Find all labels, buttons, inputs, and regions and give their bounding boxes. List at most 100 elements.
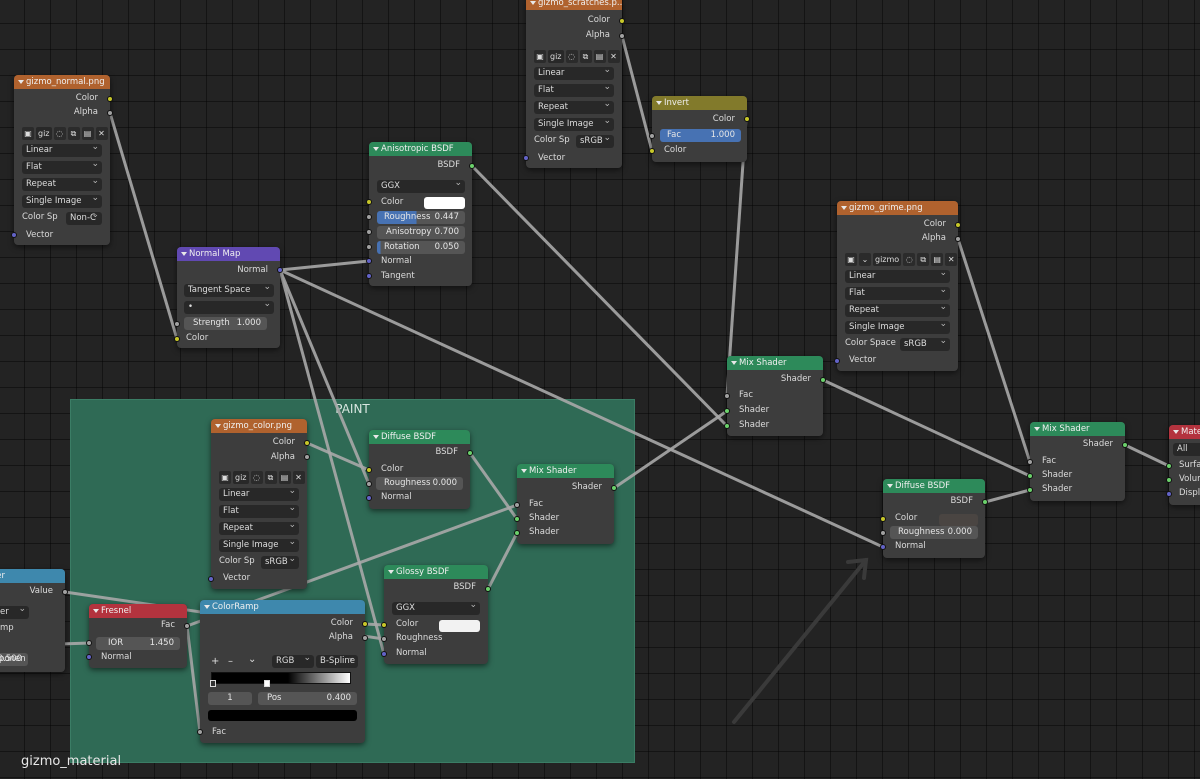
- socket-output[interactable]: [277, 267, 283, 273]
- shield-icon[interactable]: ◌: [903, 253, 916, 266]
- socket-output[interactable]: [469, 163, 475, 169]
- image-name[interactable]: giz: [36, 127, 52, 140]
- blend-dropdown[interactable]: er: [0, 606, 29, 619]
- socket-input[interactable]: [649, 133, 655, 139]
- anisotropy-slider[interactable]: Anisotropy 0.700: [377, 226, 465, 239]
- socket-input[interactable]: [1166, 477, 1172, 483]
- remove-stop-button[interactable]: –: [228, 655, 233, 668]
- image-texture-node-normal[interactable]: gizmo_normal.png Color Alpha ▣ giz ◌ ⧉ ▤ ✕ Li…: [14, 75, 110, 245]
- close-icon[interactable]: ✕: [95, 127, 108, 140]
- close-icon[interactable]: ✕: [945, 253, 958, 266]
- color-ramp-node[interactable]: ColorRamp Color Alpha + – ⌄ RGB B-Spline…: [200, 600, 365, 743]
- mix-shader-node-right[interactable]: Mix Shader Shader Fac Shader Shader: [1030, 422, 1125, 501]
- extension-dropdown[interactable]: Repeat: [219, 522, 299, 535]
- blend-slider[interactable]: ponen 0.500: [0, 653, 28, 666]
- node-header[interactable]: ColorRamp: [200, 600, 365, 614]
- image-toolbar[interactable]: ▣ giz ◌ ⧉ ▤ ✕: [219, 471, 305, 484]
- roughness-slider[interactable]: Roughness 0.000: [376, 477, 463, 490]
- socket-input[interactable]: [880, 544, 886, 550]
- socket-output[interactable]: [1122, 442, 1128, 448]
- image-name[interactable]: gizmo: [873, 253, 902, 266]
- socket-input[interactable]: [514, 516, 520, 522]
- socket-output[interactable]: [184, 623, 190, 629]
- duplicate-icon[interactable]: ⧉: [67, 127, 80, 140]
- interpolation-dropdown[interactable]: Linear: [534, 67, 614, 80]
- source-dropdown[interactable]: Single Image: [22, 195, 102, 208]
- socket-input[interactable]: [174, 321, 180, 327]
- socket-input[interactable]: [1027, 459, 1033, 465]
- socket-output[interactable]: [62, 589, 68, 595]
- diffuse-bsdf-node-paint[interactable]: Diffuse BSDF BSDF Color Roughness 0.000 N…: [369, 430, 470, 509]
- socket-input[interactable]: [1027, 473, 1033, 479]
- folder-icon[interactable]: ▤: [931, 253, 944, 266]
- roughness-slider[interactable]: Roughness 0.000: [890, 526, 978, 539]
- socket-output[interactable]: [955, 222, 961, 228]
- node-header[interactable]: Invert: [652, 96, 747, 110]
- socket-input[interactable]: [197, 729, 203, 735]
- position-field[interactable]: Pos 0.400: [258, 692, 357, 705]
- socket-input[interactable]: [366, 214, 372, 220]
- folder-icon[interactable]: ▤: [593, 50, 606, 63]
- mix-shader-node-mid[interactable]: Mix Shader Shader Fac Shader Shader: [727, 356, 823, 436]
- socket-input[interactable]: [724, 408, 730, 414]
- target-dropdown[interactable]: All: [1173, 443, 1200, 456]
- chevron-down-icon[interactable]: ⌄: [859, 253, 871, 266]
- strength-slider[interactable]: Strength 1.000: [184, 317, 267, 330]
- image-toolbar[interactable]: ▣ giz ◌ ⧉ ▤ ✕: [534, 50, 620, 63]
- node-header[interactable]: Anisotropic BSDF: [369, 142, 472, 156]
- image-browse-icon[interactable]: ▣: [845, 253, 857, 266]
- color-space-dropdown[interactable]: sRGB: [900, 338, 950, 351]
- socket-input[interactable]: [86, 640, 92, 646]
- interpolation-dropdown[interactable]: B-Spline: [316, 655, 358, 668]
- invert-node[interactable]: Invert Color Fac 1.000 Color: [652, 96, 747, 162]
- glossy-bsdf-node[interactable]: Glossy BSDF BSDF GGX Color Roughness Nor…: [384, 565, 488, 664]
- socket-input[interactable]: [1027, 487, 1033, 493]
- ramp-stop-active[interactable]: [264, 680, 270, 687]
- duplicate-icon[interactable]: ⧉: [917, 253, 930, 266]
- projection-dropdown[interactable]: Flat: [22, 161, 102, 174]
- diffuse-bsdf-node-right[interactable]: Diffuse BSDF BSDF Color Roughness 0.000 N…: [883, 479, 985, 558]
- socket-output[interactable]: [362, 621, 368, 627]
- socket-input[interactable]: [649, 148, 655, 154]
- folder-icon[interactable]: ▤: [81, 127, 94, 140]
- source-dropdown[interactable]: Single Image: [845, 321, 950, 334]
- socket-output[interactable]: [820, 377, 826, 383]
- layer-weight-node[interactable]: er Value er mp ponen0.500: [0, 569, 65, 672]
- image-browse-icon[interactable]: ▣: [22, 127, 34, 140]
- image-toolbar[interactable]: ▣ giz ◌ ⧉ ▤ ✕: [22, 127, 108, 140]
- socket-input[interactable]: [381, 636, 387, 642]
- node-header[interactable]: Mix Shader: [517, 464, 614, 478]
- image-texture-node-grime[interactable]: gizmo_grime.png Color Alpha ▣ ⌄ gizmo ◌ ⧉ ▤ ✕ …: [837, 201, 958, 371]
- color-swatch[interactable]: [424, 197, 465, 209]
- node-header[interactable]: Normal Map: [177, 247, 280, 261]
- image-browse-icon[interactable]: ▣: [219, 471, 231, 484]
- socket-input[interactable]: [381, 651, 387, 657]
- projection-dropdown[interactable]: Flat: [219, 505, 299, 518]
- node-header[interactable]: Mate: [1169, 425, 1200, 439]
- socket-output[interactable]: [304, 440, 310, 446]
- socket-output[interactable]: [362, 635, 368, 641]
- duplicate-icon[interactable]: ⧉: [579, 50, 592, 63]
- node-header[interactable]: gizmo_grime.png: [837, 201, 958, 215]
- node-header[interactable]: gizmo_scratches.p...: [526, 0, 622, 10]
- socket-input[interactable]: [366, 229, 372, 235]
- normal-map-node[interactable]: Normal Map Normal Tangent Space • Streng…: [177, 247, 280, 348]
- source-dropdown[interactable]: Single Image: [534, 118, 614, 131]
- shield-icon[interactable]: ◌: [565, 50, 578, 63]
- color-swatch[interactable]: [939, 514, 978, 526]
- mix-shader-node-paint[interactable]: Mix Shader Shader Fac Shader Shader: [517, 464, 614, 544]
- socket-output[interactable]: [619, 33, 625, 39]
- socket-input[interactable]: [1166, 463, 1172, 469]
- image-toolbar[interactable]: ▣ ⌄ gizmo ◌ ⧉ ▤ ✕: [845, 253, 958, 266]
- distribution-dropdown[interactable]: GGX: [377, 180, 465, 193]
- interpolation-dropdown[interactable]: Linear: [845, 270, 950, 283]
- socket-input[interactable]: [523, 155, 529, 161]
- node-header[interactable]: Mix Shader: [1030, 422, 1125, 436]
- image-texture-node-color[interactable]: gizmo_color.png Color Alpha ▣ giz ◌ ⧉ ▤ ✕ Lin…: [211, 419, 307, 589]
- socket-input[interactable]: [514, 530, 520, 536]
- close-icon[interactable]: ✕: [292, 471, 305, 484]
- socket-input[interactable]: [514, 502, 520, 508]
- image-name[interactable]: giz: [548, 50, 564, 63]
- socket-input[interactable]: [366, 467, 372, 473]
- socket-input[interactable]: [366, 481, 372, 487]
